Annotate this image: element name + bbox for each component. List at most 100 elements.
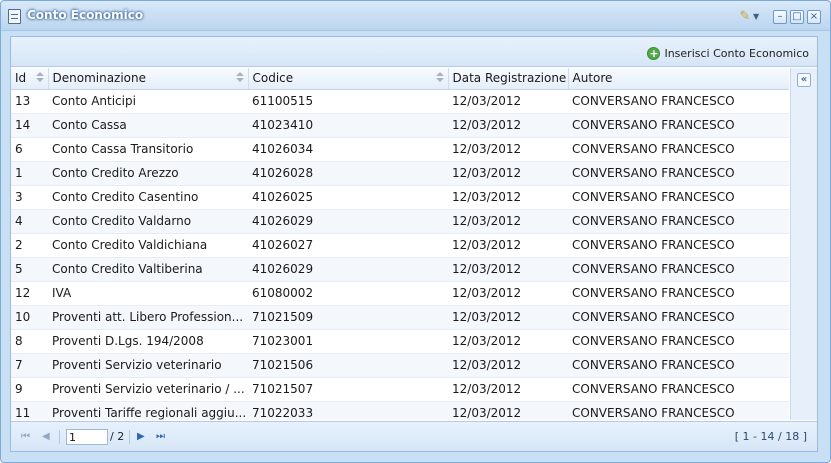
cell-id: 2 xyxy=(11,233,48,258)
cell-codice: 61100515 xyxy=(248,89,448,114)
cell-data: 12/03/2012 xyxy=(448,377,568,402)
table-row[interactable]: 14 Conto Cassa 41023410 12/03/2012 CONVERSAN… xyxy=(11,113,789,138)
document-icon xyxy=(8,9,21,24)
cell-id: 7 xyxy=(11,353,48,378)
table-row[interactable]: 8 Proventi D.Lgs. 194/2008 71023001 12/03/2… xyxy=(11,329,789,354)
plus-circle-icon: + xyxy=(647,46,661,60)
column-header-denominazione[interactable]: Denominazione xyxy=(48,68,249,90)
cell-codice: 41026025 xyxy=(248,185,448,210)
cell-data: 12/03/2012 xyxy=(448,353,568,378)
table-row[interactable]: 3 Conto Credito Casentino 41026025 12/03/20… xyxy=(11,185,789,210)
cell-autore: CONVERSANO FRANCESCO xyxy=(568,353,789,378)
cell-denominazione: Proventi Tariffe regionali aggiu... xyxy=(48,401,248,420)
cell-data: 12/03/2012 xyxy=(448,89,568,114)
titlebar[interactable]: Conto Economico ✎ ▼ – □ × xyxy=(1,1,830,31)
cell-autore: CONVERSANO FRANCESCO xyxy=(568,209,789,234)
cell-autore: CONVERSANO FRANCESCO xyxy=(568,89,789,114)
table-row[interactable]: 7 Proventi Servizio veterinario 71021506 12… xyxy=(11,353,789,378)
minimize-button[interactable]: – xyxy=(773,10,787,24)
prev-page-icon[interactable]: ◀ xyxy=(42,431,50,443)
column-header-label: Codice xyxy=(252,71,294,86)
cell-denominazione: Conto Credito Valdarno xyxy=(48,209,248,234)
column-header-autore[interactable]: Autore xyxy=(568,68,789,90)
first-page-icon[interactable]: ⏮ xyxy=(21,431,30,443)
window-title: Conto Economico xyxy=(27,8,144,22)
cell-data: 12/03/2012 xyxy=(448,161,568,186)
cell-denominazione: Conto Credito Casentino xyxy=(48,185,248,210)
column-header-codice[interactable]: Codice xyxy=(248,68,449,90)
last-page-icon[interactable]: ⏭ xyxy=(156,431,165,443)
table-row[interactable]: 12 IVA 61080002 12/03/2012 CONVERSANO FRANCE… xyxy=(11,281,789,306)
cell-data: 12/03/2012 xyxy=(448,137,568,162)
paging-toolbar: ⏮ ◀ / 2 ▶ ⏭ [ 1 - 14 / 18 ] xyxy=(11,421,817,451)
cell-denominazione: Conto Credito Valtiberina xyxy=(48,257,248,282)
cell-denominazione: Conto Credito Arezzo xyxy=(48,161,248,186)
cell-data: 12/03/2012 xyxy=(448,401,568,420)
cell-data: 12/03/2012 xyxy=(448,113,568,138)
grid-panel: + Inserisci Conto Economico Id Denominaz… xyxy=(10,36,818,452)
column-header-id[interactable]: Id xyxy=(11,68,49,90)
cell-denominazione: Conto Credito Valdichiana xyxy=(48,233,248,258)
cell-autore: CONVERSANO FRANCESCO xyxy=(568,329,789,354)
cell-data: 12/03/2012 xyxy=(448,329,568,354)
pager-info: [ 1 - 14 / 18 ] xyxy=(734,430,807,443)
cell-denominazione: Proventi D.Lgs. 194/2008 xyxy=(48,329,248,354)
table-row[interactable]: 6 Conto Cassa Transitorio 41026034 12/03/20… xyxy=(11,137,789,162)
next-page-icon[interactable]: ▶ xyxy=(137,431,145,443)
cell-autore: CONVERSANO FRANCESCO xyxy=(568,185,789,210)
chevron-down-icon[interactable]: ▼ xyxy=(753,12,759,21)
cell-id: 3 xyxy=(11,185,48,210)
table-row[interactable]: 13 Conto Anticipi 61100515 12/03/2012 CONVER… xyxy=(11,89,789,114)
cell-codice: 71021507 xyxy=(248,377,448,402)
pager-separator xyxy=(59,430,60,444)
add-conto-button[interactable]: + Inserisci Conto Economico xyxy=(647,45,809,61)
cell-id: 11 xyxy=(11,401,48,420)
data-grid: Id Denominazione Codice Data Registrazio… xyxy=(11,68,789,420)
side-panel-strip: « xyxy=(790,68,817,420)
cell-data: 12/03/2012 xyxy=(448,281,568,306)
cell-autore: CONVERSANO FRANCESCO xyxy=(568,305,789,330)
cell-data: 12/03/2012 xyxy=(448,257,568,282)
column-header-label: Denominazione xyxy=(52,71,147,86)
sort-icon[interactable] xyxy=(435,72,444,84)
cell-denominazione: Proventi Servizio veterinario xyxy=(48,353,248,378)
table-row[interactable]: 1 Conto Credito Arezzo 41026028 12/03/2012 C… xyxy=(11,161,789,186)
cell-codice: 41023410 xyxy=(248,113,448,138)
cell-id: 8 xyxy=(11,329,48,354)
column-header-label: Autore xyxy=(572,71,613,86)
cell-data: 12/03/2012 xyxy=(448,233,568,258)
cell-codice: 41026034 xyxy=(248,137,448,162)
table-row[interactable]: 4 Conto Credito Valdarno 41026029 12/03/201… xyxy=(11,209,789,234)
cell-denominazione: Proventi Servizio veterinario / ... xyxy=(48,377,248,402)
cell-codice: 71021509 xyxy=(248,305,448,330)
cell-denominazione: Conto Cassa Transitorio xyxy=(48,137,248,162)
wrench-icon[interactable]: ✎ xyxy=(738,10,752,24)
table-row[interactable]: 2 Conto Credito Valdichiana 41026027 12/03/… xyxy=(11,233,789,258)
cell-codice: 71023001 xyxy=(248,329,448,354)
cell-data: 12/03/2012 xyxy=(448,209,568,234)
column-header-label: Id xyxy=(15,71,27,86)
table-row[interactable]: 9 Proventi Servizio veterinario / ... 7102… xyxy=(11,377,789,402)
cell-id: 5 xyxy=(11,257,48,282)
window: Conto Economico ✎ ▼ – □ × + Inserisci Co… xyxy=(0,0,831,463)
cell-data: 12/03/2012 xyxy=(448,305,568,330)
sort-icon[interactable] xyxy=(235,72,244,84)
column-header-data-registrazione[interactable]: Data Registrazione xyxy=(448,68,569,90)
cell-codice: 41026027 xyxy=(248,233,448,258)
cell-codice: 71021506 xyxy=(248,353,448,378)
page-number-input[interactable] xyxy=(66,429,108,445)
cell-autore: CONVERSANO FRANCESCO xyxy=(568,161,789,186)
cell-id: 4 xyxy=(11,209,48,234)
cell-codice: 41026028 xyxy=(248,161,448,186)
table-row[interactable]: 10 Proventi att. Libero Profession... 7102… xyxy=(11,305,789,330)
cell-id: 1 xyxy=(11,161,48,186)
table-row[interactable]: 11 Proventi Tariffe regionali aggiu... 710… xyxy=(11,401,789,420)
maximize-button[interactable]: □ xyxy=(790,10,804,24)
cell-denominazione: Proventi att. Libero Profession... xyxy=(48,305,248,330)
collapse-button[interactable]: « xyxy=(797,73,811,87)
cell-codice: 71022033 xyxy=(248,401,448,420)
table-row[interactable]: 5 Conto Credito Valtiberina 41026029 12/03/… xyxy=(11,257,789,282)
sort-icon[interactable] xyxy=(35,72,44,84)
close-button[interactable]: × xyxy=(807,10,821,24)
cell-codice: 61080002 xyxy=(248,281,448,306)
